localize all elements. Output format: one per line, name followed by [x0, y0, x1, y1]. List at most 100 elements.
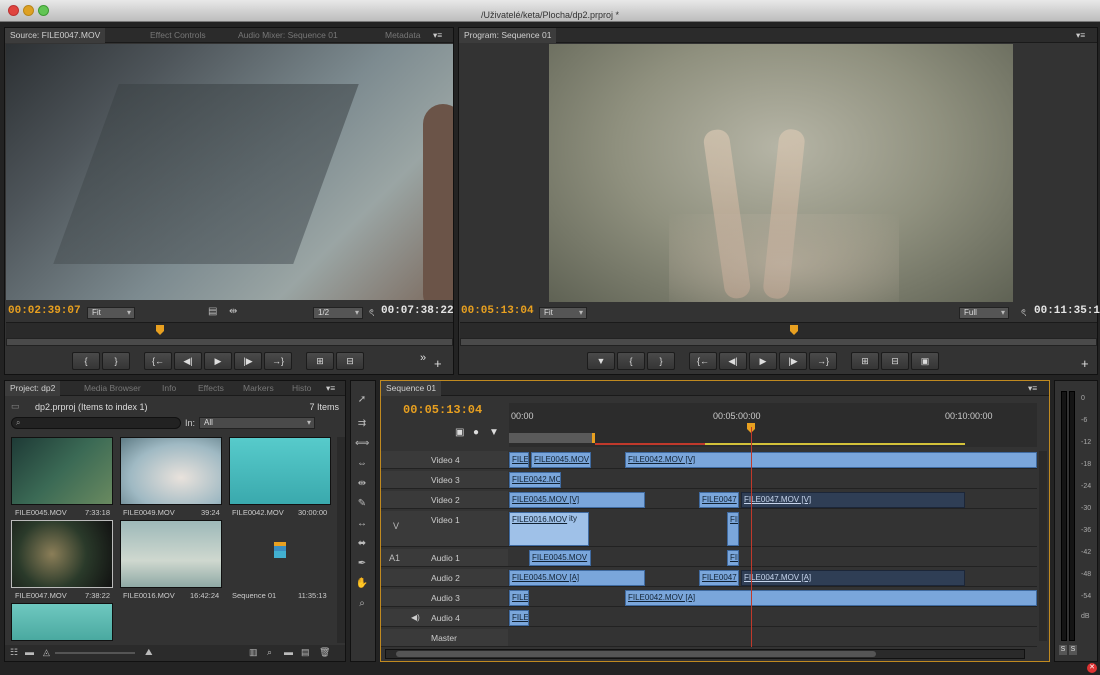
mark-in-button[interactable]: {	[617, 352, 645, 370]
thumb-file0049[interactable]	[120, 437, 222, 505]
panel-menu-icon[interactable]: ▾≡	[321, 381, 340, 396]
tab-source[interactable]: Source: FILE0047.MOV	[5, 28, 106, 43]
tab-media-browser[interactable]: Media Browser	[79, 381, 146, 396]
tab-info[interactable]: Info	[157, 381, 181, 396]
wrench-icon[interactable]: ৎ	[369, 306, 374, 323]
program-zoom-bar[interactable]	[460, 338, 1097, 346]
tab-history[interactable]: Histo	[287, 381, 316, 396]
find-icon[interactable]: ⌕	[267, 647, 272, 658]
v-target-label[interactable]: V	[393, 521, 399, 531]
marker-icon[interactable]: ▼	[489, 427, 499, 438]
source-zoom-bar[interactable]	[6, 338, 453, 346]
panel-menu-icon[interactable]: ▾≡	[1023, 381, 1042, 396]
mark-out-button[interactable]: }	[647, 352, 675, 370]
thumb-file0042[interactable]	[229, 437, 331, 505]
automate-icon[interactable]: ▥	[249, 647, 258, 658]
trash-icon[interactable]: 🗑	[319, 647, 330, 658]
clip[interactable]: FILE0047	[699, 570, 739, 586]
source-timecode[interactable]: 00:02:39:07	[8, 305, 81, 317]
go-to-out-button[interactable]: →}	[809, 352, 837, 370]
clip[interactable]: FIL	[727, 512, 739, 546]
work-area-bar[interactable]	[509, 433, 595, 443]
clip[interactable]: FILE0047.MOV [A]	[741, 570, 965, 586]
new-bin-icon[interactable]: ▬	[284, 647, 293, 657]
a-target-label[interactable]: A1	[389, 553, 400, 563]
play-button[interactable]: ▶	[749, 352, 777, 370]
razor-tool-icon[interactable]: ✎	[355, 497, 369, 511]
add-button-icon[interactable]: +	[1081, 356, 1089, 371]
slip-tool-icon[interactable]: ↔	[355, 517, 369, 531]
panel-menu-icon[interactable]: ▾≡	[428, 28, 447, 43]
zoom-out-icon[interactable]: ◬	[43, 647, 50, 658]
clip[interactable]: FIL	[727, 550, 739, 566]
clip[interactable]: FILE0047.MOV [V]	[741, 492, 965, 508]
overwrite-button[interactable]: ⊟	[336, 352, 364, 370]
thumb-file0047[interactable]	[11, 520, 113, 588]
step-back-button[interactable]: ◀|	[174, 352, 202, 370]
step-forward-button[interactable]: |▶	[234, 352, 262, 370]
play-button[interactable]: ▶	[204, 352, 232, 370]
insert-icon[interactable]: ⇹	[229, 306, 237, 317]
speaker-icon[interactable]: ◀)	[411, 613, 420, 622]
step-back-button[interactable]: ◀|	[719, 352, 747, 370]
mark-in-button[interactable]: {	[72, 352, 100, 370]
tab-project[interactable]: Project: dp2	[5, 381, 61, 396]
time-ruler[interactable]: 00:00 00:05:00:00 00:10:00:00	[509, 403, 1037, 447]
go-to-out-button[interactable]: →}	[264, 352, 292, 370]
source-time-ruler[interactable]	[6, 322, 453, 346]
program-playhead[interactable]	[790, 325, 798, 335]
source-fit-select[interactable]: Fit	[87, 307, 135, 319]
thumb-partial[interactable]	[11, 603, 113, 641]
timeline-vscroll[interactable]	[1039, 451, 1047, 641]
in-filter-select[interactable]: All	[199, 417, 315, 429]
clip[interactable]: FILE0042.MOV [A]	[625, 590, 1037, 606]
source-playhead[interactable]	[156, 325, 164, 335]
source-resolution-select[interactable]: 1/2	[313, 307, 363, 319]
lift-button[interactable]: ⊞	[851, 352, 879, 370]
zoom-slider[interactable]	[55, 652, 135, 654]
add-marker-button[interactable]: ▼	[587, 352, 615, 370]
clip[interactable]: FILE0045.MOV [A]	[509, 570, 645, 586]
clip[interactable]: FILE0016.MOV	[509, 512, 589, 546]
project-scrollbar[interactable]	[337, 437, 345, 643]
go-to-in-button[interactable]: {←	[144, 352, 172, 370]
scroll-thumb[interactable]	[396, 651, 876, 657]
go-to-in-button[interactable]: {←	[689, 352, 717, 370]
timeline-timecode[interactable]: 00:05:13:04	[403, 403, 482, 417]
thumb-file0045[interactable]	[11, 437, 113, 505]
thumb-file0016[interactable]	[120, 520, 222, 588]
snap-icon[interactable]: ▣	[455, 427, 464, 438]
clip[interactable]: FILE0045.MOV	[529, 550, 591, 566]
panel-menu-icon[interactable]: ▾≡	[1071, 28, 1090, 43]
wrench-icon[interactable]: ৎ	[1021, 306, 1026, 323]
project-search-input[interactable]: ⌕	[11, 417, 181, 429]
rate-stretch-tool-icon[interactable]: ⇹	[355, 477, 369, 491]
error-indicator-icon[interactable]: ✕	[1087, 663, 1097, 673]
step-forward-button[interactable]: |▶	[779, 352, 807, 370]
clip[interactable]: FILE	[509, 452, 529, 468]
solo-left-button[interactable]: S	[1059, 645, 1067, 655]
clip[interactable]: FILE0045.MOV	[531, 452, 591, 468]
clip[interactable]: FILE	[509, 590, 529, 606]
program-fit-select[interactable]: Fit	[539, 307, 587, 319]
mark-out-button[interactable]: }	[102, 352, 130, 370]
clip[interactable]: FILE0047	[699, 492, 739, 508]
add-button-icon[interactable]: +	[434, 356, 442, 371]
program-timecode[interactable]: 00:05:13:04	[461, 305, 534, 317]
source-video-frame[interactable]	[6, 44, 453, 300]
rolling-edit-tool-icon[interactable]: ⇔	[355, 457, 369, 471]
export-frame-button[interactable]: ▣	[911, 352, 939, 370]
clip[interactable]: FILE	[509, 610, 529, 626]
zoom-tool-icon[interactable]: ⌕	[355, 597, 369, 611]
slide-tool-icon[interactable]: ⬌	[355, 537, 369, 551]
extract-button[interactable]: ⊟	[881, 352, 909, 370]
clip[interactable]: FILE0042.MC	[509, 472, 561, 488]
tab-metadata[interactable]: Metadata	[380, 28, 425, 43]
more-buttons-icon[interactable]: »	[420, 352, 426, 364]
tab-effect-controls[interactable]: Effect Controls	[145, 28, 211, 43]
program-video-frame[interactable]	[549, 44, 1013, 302]
list-view-icon[interactable]: ☷	[10, 647, 18, 658]
clip[interactable]: FILE0042.MOV [V]	[625, 452, 1037, 468]
icon-view-icon[interactable]: ▬	[25, 647, 34, 657]
film-strip-icon[interactable]: ▤	[208, 306, 217, 317]
